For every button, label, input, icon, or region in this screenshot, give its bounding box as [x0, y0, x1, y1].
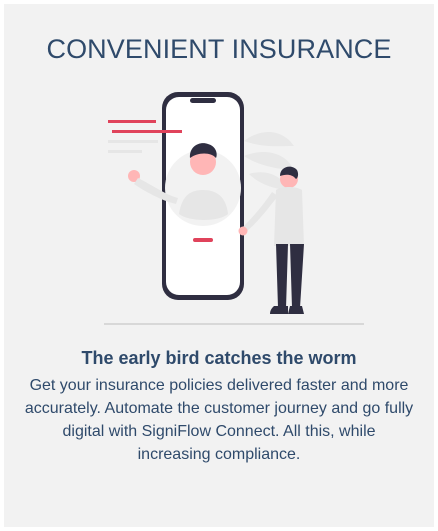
standing-person: [238, 166, 304, 314]
person-with-phone-illustration: [94, 86, 368, 334]
feature-card: CONVENIENT INSURANCE The early bird catc…: [4, 4, 434, 527]
card-description: Get your insurance policies delivered fa…: [24, 377, 414, 463]
card-subtitle: The early bird catches the worm: [81, 348, 357, 368]
card-title: CONVENIENT INSURANCE: [46, 34, 392, 64]
phone-button: [193, 238, 213, 242]
